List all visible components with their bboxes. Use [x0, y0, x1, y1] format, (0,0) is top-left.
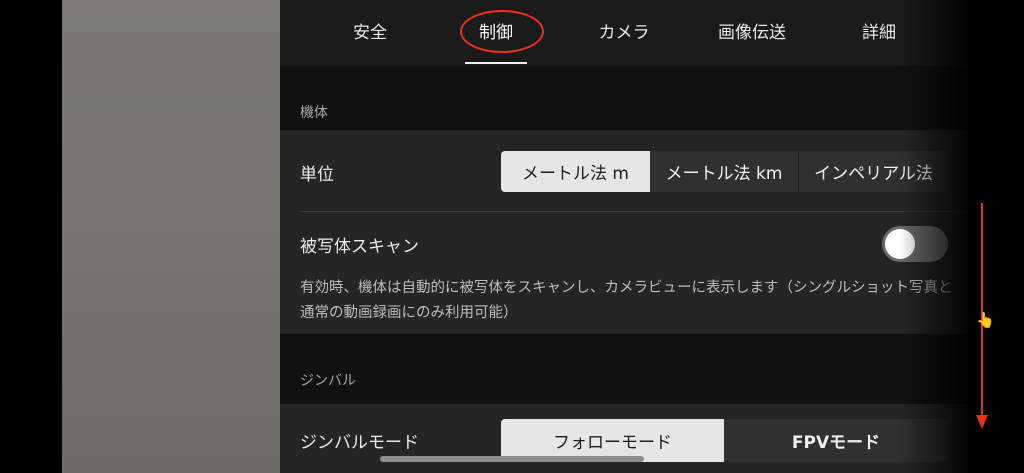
unit-option-metric-km[interactable]: メートル法 km	[650, 151, 798, 192]
aircraft-card: 単位 メートル法 m メートル法 km インペリアル法 被写体スキャン 有効時、…	[280, 130, 968, 334]
active-tab-underline	[465, 62, 527, 64]
toggle-knob	[885, 229, 915, 259]
unit-option-imperial[interactable]: インペリアル法	[799, 151, 948, 192]
subject-scan-label: 被写体スキャン	[300, 237, 419, 257]
units-segmented-control: メートル法 m メートル法 km インペリアル法	[501, 151, 948, 192]
tab-camera[interactable]: カメラ	[584, 20, 664, 46]
subject-scan-toggle[interactable]	[882, 226, 948, 262]
gimbal-card: ジンバルモード フォローモード FPVモード	[280, 404, 968, 473]
tab-transmission[interactable]: 画像伝送	[704, 20, 800, 46]
tab-bar: 安全 制御 カメラ 画像伝送 詳細	[280, 0, 968, 66]
subject-scan-description: 有効時、機体は自動的に被写体をスキャンし、カメラビューに表示します（シングルショ…	[300, 280, 953, 321]
section-header-aircraft: 機体	[280, 66, 968, 130]
camera-view	[62, 0, 280, 473]
tab-safety[interactable]: 安全	[340, 20, 400, 46]
tab-advanced[interactable]: 詳細	[849, 20, 909, 46]
row-divider	[300, 211, 968, 212]
scrollbar[interactable]	[380, 456, 644, 462]
gimbal-option-fpv[interactable]: FPVモード	[724, 419, 948, 462]
units-label: 単位	[300, 165, 334, 185]
pointing-hand-icon: 👆	[976, 311, 995, 329]
settings-panel: 安全 制御 カメラ 画像伝送 詳細 機体 単位 メートル法 m メートル法 km…	[280, 0, 968, 473]
gimbal-mode-label: ジンバルモード	[300, 433, 419, 453]
annotation-circle	[460, 10, 544, 53]
unit-option-metric-m[interactable]: メートル法 m	[501, 151, 650, 192]
section-header-gimbal: ジンバル	[280, 334, 968, 404]
